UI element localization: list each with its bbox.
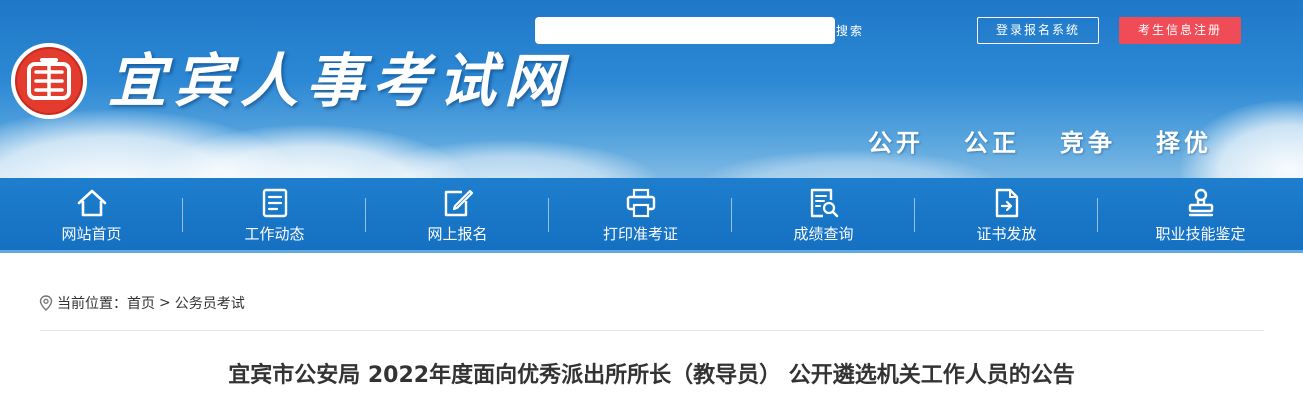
location-pin-icon: [39, 295, 53, 311]
main-content: 当前位置： 首页 > 公务员考试 宜宾市公安局 2022年度面向优秀派出所所长（…: [0, 253, 1303, 404]
login-registration-system-button[interactable]: 登录报名系统: [977, 17, 1099, 44]
nav-item-vocational-skill-appraisal[interactable]: 职业技能鉴定: [1098, 178, 1303, 250]
slogan-word: 公正: [964, 129, 1020, 157]
slogan-word: 公开: [868, 129, 924, 157]
certificate-file-icon: [990, 186, 1024, 220]
breadcrumb-link-home[interactable]: 首页: [127, 293, 155, 313]
nav-item-label: 成绩查询: [793, 225, 854, 243]
nav-item-score-query[interactable]: 成绩查询: [732, 178, 915, 250]
stamp-icon: [1184, 186, 1218, 220]
edit-icon: [441, 186, 475, 220]
printer-icon: [624, 186, 658, 220]
search-input[interactable]: [535, 17, 835, 44]
slogan-word: 择优: [1156, 129, 1212, 157]
nav-item-label: 工作动态: [244, 225, 305, 243]
seal-glyph-icon: [27, 58, 71, 100]
candidate-register-button[interactable]: 考生信息注册: [1119, 17, 1241, 44]
home-icon: [75, 186, 109, 220]
search-document-icon: [807, 186, 841, 220]
breadcrumb-prefix: 当前位置：: [57, 296, 127, 312]
nav-item-certificate-issuance[interactable]: 证书发放: [915, 178, 1098, 250]
nav-item-home[interactable]: 网站首页: [0, 178, 183, 250]
site-title: 宜宾人事考试网: [108, 47, 571, 115]
nav-item-label: 职业技能鉴定: [1155, 225, 1246, 243]
main-nav: 网站首页 工作动态 网上报名 打印准考证 成绩查询 证书发放 职业技能鉴定: [0, 178, 1303, 253]
slogan-word: 竞争: [1060, 129, 1116, 157]
document-list-icon: [258, 186, 292, 220]
site-logo-seal[interactable]: [11, 43, 87, 119]
breadcrumb-link-civil-service-exam[interactable]: 公务员考试: [175, 293, 245, 313]
header-banner: 宜宾人事考试网 搜索 登录报名系统 考生信息注册 公开 公正 竞争 择优: [0, 0, 1303, 178]
divider: [40, 330, 1264, 331]
nav-item-online-registration[interactable]: 网上报名: [366, 178, 549, 250]
article-title: 宜宾市公安局 2022年度面向优秀派出所所长（教导员） 公开遴选机关工作人员的公…: [228, 363, 1075, 388]
nav-item-label: 打印准考证: [602, 225, 678, 243]
nav-item-work-news[interactable]: 工作动态: [183, 178, 366, 250]
nav-item-label: 网上报名: [427, 225, 488, 243]
search-button[interactable]: 搜索: [836, 21, 864, 41]
slogan: 公开 公正 竞争 择优: [868, 126, 1212, 160]
breadcrumb: 当前位置： 首页 > 公务员考试: [39, 293, 245, 313]
breadcrumb-separator: >: [159, 295, 171, 311]
nav-item-label: 网站首页: [61, 225, 122, 243]
nav-item-print-admission-ticket[interactable]: 打印准考证: [549, 178, 732, 250]
nav-item-label: 证书发放: [976, 225, 1037, 243]
